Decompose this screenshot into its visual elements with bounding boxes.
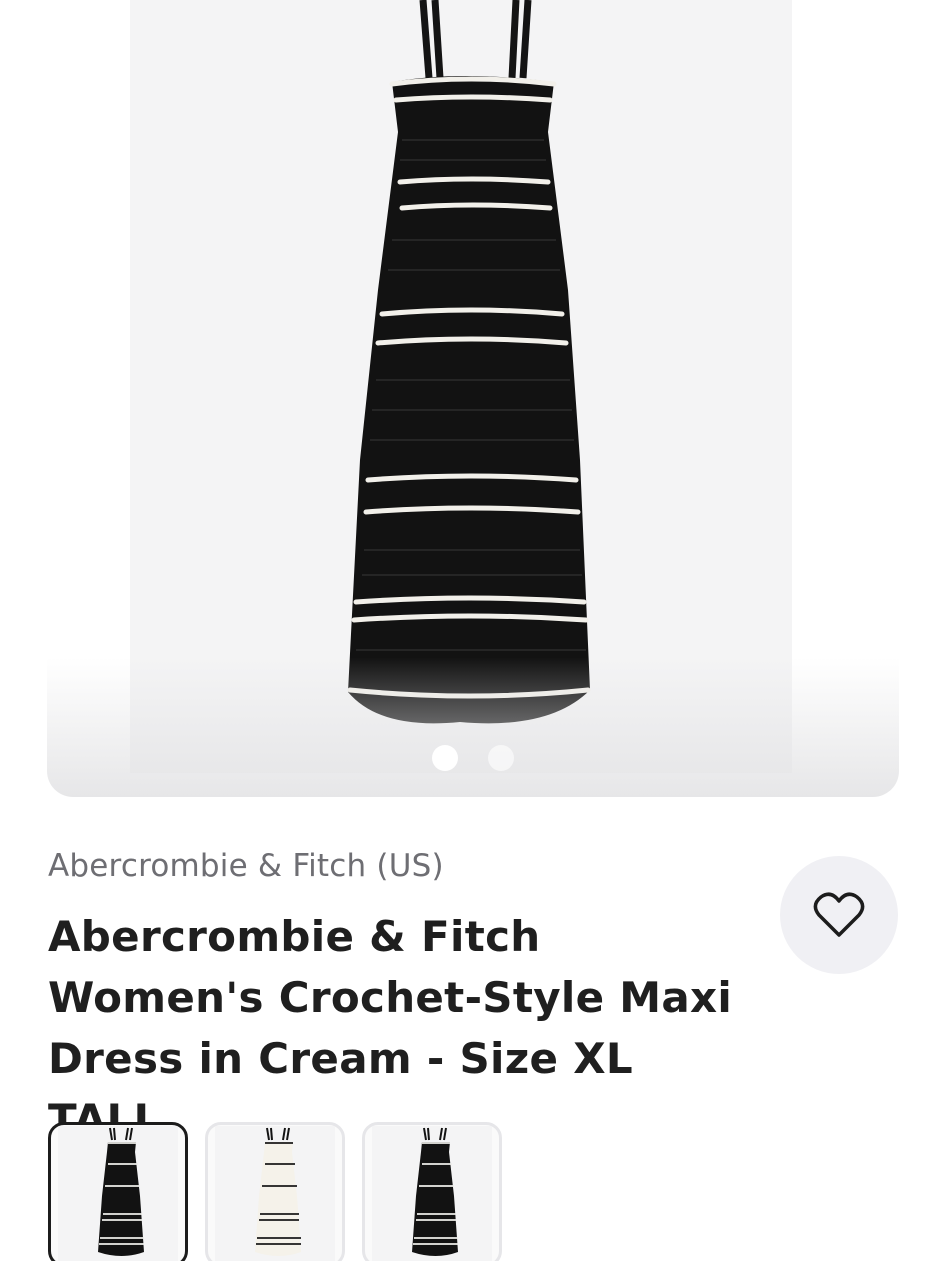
slide-dot-1[interactable]	[432, 745, 458, 771]
heart-outline-icon	[813, 892, 865, 937]
product-title: Abercrombie & Fitch Women's Crochet-Styl…	[48, 912, 733, 1144]
slide-dot-2[interactable]	[488, 745, 514, 771]
variant-thumbnail-2[interactable]	[205, 1122, 345, 1261]
variant-thumbnail-3[interactable]	[362, 1122, 502, 1261]
thumb-dress-cream	[215, 1125, 335, 1261]
thumb-dress-black-alt	[372, 1125, 492, 1261]
product-image-gallery[interactable]	[47, 0, 899, 797]
seller-name[interactable]: Abercrombie & Fitch (US)	[48, 848, 444, 884]
gallery-gradient-overlay	[47, 657, 899, 797]
favorite-button[interactable]	[780, 856, 898, 974]
variant-thumbnail-1[interactable]	[48, 1122, 188, 1261]
variant-thumbnails	[48, 1122, 502, 1261]
thumb-dress-black	[58, 1125, 178, 1261]
slide-indicator	[47, 745, 899, 771]
